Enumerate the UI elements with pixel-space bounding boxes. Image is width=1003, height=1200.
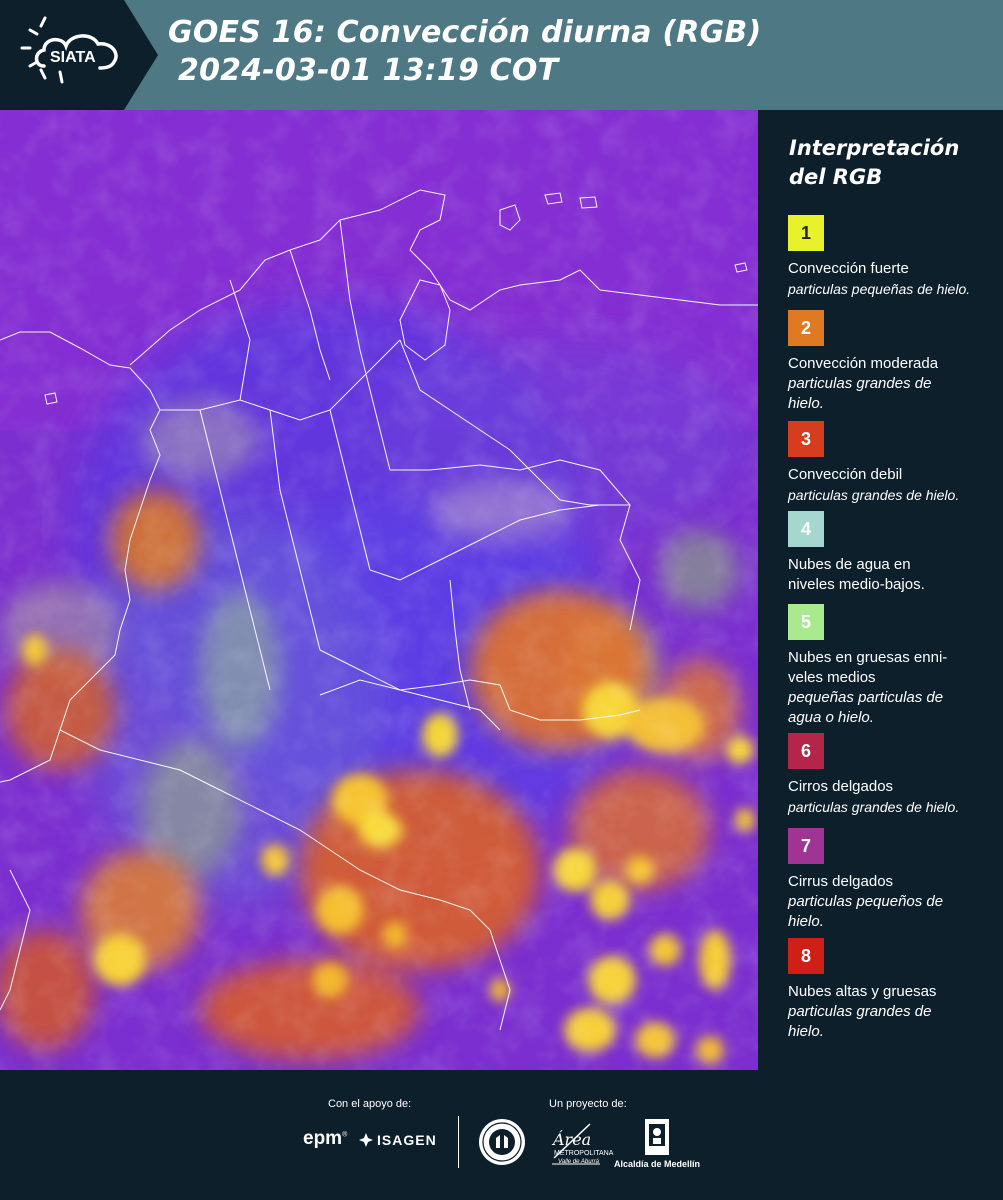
legend-swatch: 3: [788, 421, 824, 457]
legend-item-name: Cirros delgados: [788, 778, 894, 795]
header-bar: SIATA GOES 16: Convección diurna (RGB) 2…: [0, 0, 1003, 110]
legend-item-desc: particulas grandes de hielo.: [788, 1003, 932, 1040]
legend-item: 6 Cirros delgados particulas grandes de …: [788, 733, 998, 817]
isagen-mark-icon: [359, 1133, 373, 1147]
legend-item-name: Convección fuerte: [788, 260, 909, 277]
legend-item-name: Convección debil: [788, 466, 903, 483]
legend-swatch: 7: [788, 828, 824, 864]
university-seal-icon: [478, 1118, 526, 1171]
area-metropolitana-sub: METROPOLITANA: [554, 1150, 614, 1157]
svg-text:SIATA: SIATA: [50, 49, 96, 66]
legend-item: 3 Convección debil particulas grandes de…: [788, 421, 998, 505]
project-label: Un proyecto de:: [549, 1098, 627, 1110]
siata-logo: SIATA: [0, 0, 158, 110]
legend-item: 5 Nubes en gruesas enni-veles medios peq…: [788, 604, 998, 728]
legend-swatch: 6: [788, 733, 824, 769]
legend-item-desc: particulas pequeñas de hielo.: [788, 281, 971, 297]
legend-item-desc: particulas grandes de hielo.: [788, 375, 932, 412]
legend-swatch: 8: [788, 938, 824, 974]
legend-item-desc: pequeñas particulas de agua o hielo.: [788, 689, 944, 726]
page-title: GOES 16: Convección diurna (RGB): [168, 15, 762, 50]
legend-swatch: 4: [788, 511, 824, 547]
legend-item-desc: particulas grandes de hielo.: [788, 799, 960, 815]
legend-item-name: Nubes en gruesas enni-veles medios: [788, 649, 948, 686]
legend-item-name: Convección moderada: [788, 355, 939, 372]
timestamp: 2024-03-01 13:19 COT: [178, 53, 559, 88]
legend-item: 7 Cirrus delgados particulas pequeños de…: [788, 828, 998, 932]
satellite-rgb-map: [0, 110, 758, 1070]
legend-title: Interpretación del RGB: [789, 136, 960, 189]
legend-item-name: Cirrus delgados: [788, 873, 894, 890]
legend-item-name: Nubes de agua en niveles medio-bajos.: [788, 556, 925, 593]
isagen-logo: ISAGEN: [358, 1132, 437, 1148]
legend-item-desc: particulas grandes de hielo.: [788, 487, 960, 503]
footer: Con el apoyo de: Un proyecto de: epm® IS…: [0, 1070, 1003, 1200]
epm-logo: epm®: [303, 1128, 348, 1149]
legend-item: 1 Convección fuerte particulas pequeñas …: [788, 215, 998, 299]
alcaldia-medellin: Alcaldía de Medellín: [614, 1159, 701, 1169]
legend-panel: Interpretación del RGB 1 Convección fuer…: [758, 110, 1003, 1070]
legend-swatch: 2: [788, 310, 824, 346]
legend-swatch: 1: [788, 215, 824, 251]
legend-item: 2 Convección moderada particulas grandes…: [788, 310, 998, 414]
support-label: Con el apoyo de:: [328, 1098, 412, 1110]
area-metropolitana-sub2: Valle de Aburrá: [558, 1159, 599, 1165]
legend-item-name: Nubes altas y gruesas: [788, 983, 937, 1000]
legend-swatch: 5: [788, 604, 824, 640]
legend-item: 4 Nubes de agua en niveles medio-bajos.: [788, 511, 998, 595]
divider: [458, 1116, 459, 1168]
legend-item: 8 Nubes altas y gruesas particulas grand…: [788, 938, 998, 1042]
legend-item-desc: particulas pequeños de hielo.: [788, 893, 944, 930]
area-metropolitana-name: Área: [553, 1130, 592, 1149]
alcaldia-shield-icon: [644, 1118, 670, 1161]
